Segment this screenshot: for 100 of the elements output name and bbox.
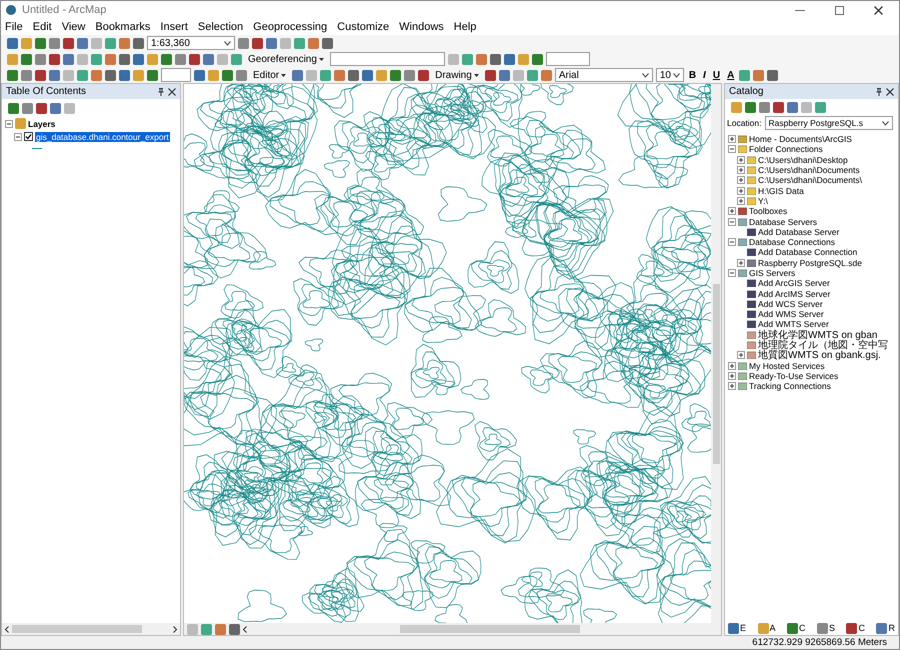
toolbar-icon[interactable] xyxy=(215,624,226,634)
scroll-right-icon[interactable] xyxy=(173,626,177,632)
toolbar-icon[interactable] xyxy=(236,70,247,80)
close-icon[interactable] xyxy=(886,88,894,96)
catalog-item[interactable]: Add WMS Server xyxy=(758,309,824,320)
toolbar-icon[interactable] xyxy=(91,70,102,80)
scrollbar-thumb[interactable] xyxy=(712,284,720,464)
caret-icon[interactable] xyxy=(474,74,479,76)
catalog-item[interactable]: Add WCS Server xyxy=(758,298,823,309)
toolbar-icon[interactable] xyxy=(63,54,74,64)
toolbar-icon[interactable] xyxy=(745,102,756,112)
toolbar-icon[interactable] xyxy=(252,38,263,48)
toolbar-icon[interactable] xyxy=(35,54,46,64)
toolbar-icon[interactable] xyxy=(50,102,61,114)
bold-button[interactable]: B xyxy=(686,70,698,80)
catalog-item[interactable]: Raspberry PostgreSQL.sde xyxy=(758,258,862,268)
layer-name[interactable]: gis_database.dhani.contour_export xyxy=(35,132,170,142)
toolbar-icon[interactable] xyxy=(49,54,60,64)
collapse-toggle[interactable] xyxy=(5,120,13,128)
menu-item[interactable]: Help xyxy=(454,21,476,33)
toolbar-icon[interactable] xyxy=(35,38,46,48)
collapse-toggle[interactable] xyxy=(728,218,736,226)
catalog-item[interactable]: Y:\ xyxy=(758,196,768,206)
menu-item[interactable]: View xyxy=(62,21,86,33)
catalog-item[interactable]: C:\Users\dhani\Desktop xyxy=(758,154,848,165)
font-size-dropdown[interactable]: 10 xyxy=(656,68,684,82)
chevron-down-icon[interactable] xyxy=(882,120,888,126)
menu-item[interactable]: Customize xyxy=(337,21,390,33)
toolbar-icon[interactable] xyxy=(418,70,430,80)
menu-item[interactable]: Edit xyxy=(32,21,52,33)
toolbar-icon[interactable] xyxy=(334,70,346,80)
expand-toggle[interactable] xyxy=(728,207,736,216)
editor-menu[interactable]: Editor xyxy=(250,70,290,80)
collapse-toggle[interactable] xyxy=(728,145,736,154)
menu-item[interactable]: Insert xyxy=(160,21,188,33)
toolbar-icon[interactable] xyxy=(322,38,333,48)
toolbar-icon[interactable] xyxy=(773,102,784,112)
location-dropdown[interactable]: Raspberry PostgreSQL.s xyxy=(764,116,892,130)
toolbar-icon[interactable] xyxy=(35,70,46,80)
toolbar-icon[interactable] xyxy=(753,70,764,80)
toolbar-icon[interactable] xyxy=(21,70,32,80)
toolbar-icon[interactable] xyxy=(767,70,778,80)
caret-icon[interactable] xyxy=(318,58,324,60)
chevron-down-icon[interactable] xyxy=(642,72,649,78)
catalog-item[interactable]: Add Database Connection xyxy=(758,247,858,258)
toolbar-icon[interactable] xyxy=(119,70,130,80)
scrollbar-thumb[interactable] xyxy=(400,625,580,633)
toolbar-icon[interactable] xyxy=(229,624,240,634)
catalog-item[interactable]: Ready-To-Use Services xyxy=(749,370,838,381)
toolbar-icon[interactable] xyxy=(266,38,277,48)
color-dropdown[interactable] xyxy=(161,68,191,82)
toolbar-icon[interactable] xyxy=(292,70,304,80)
toolbar-icon[interactable] xyxy=(147,70,158,80)
expand-toggle[interactable] xyxy=(737,176,745,184)
catalog-item[interactable]: Add ArcGIS Server xyxy=(758,278,830,288)
contour-map-drawing[interactable] xyxy=(184,84,711,623)
toolbar-icon[interactable] xyxy=(161,54,172,64)
toolbar-icon[interactable] xyxy=(504,54,515,64)
chevron-down-icon[interactable] xyxy=(224,40,231,46)
toolbar-icon[interactable] xyxy=(7,70,18,80)
toolbar-icon[interactable] xyxy=(119,54,130,64)
toolbar-icon[interactable] xyxy=(175,54,186,64)
expand-toggle[interactable] xyxy=(737,258,745,267)
toolbar-icon[interactable] xyxy=(390,70,402,80)
toolbar-icon[interactable] xyxy=(63,38,74,48)
expand-toggle[interactable] xyxy=(728,362,736,370)
catalog-item[interactable]: C:\Users\dhani\Documents\ xyxy=(758,175,862,186)
pin-icon[interactable] xyxy=(158,88,164,96)
toolbar-icon[interactable] xyxy=(498,70,510,80)
toolbar-icon[interactable] xyxy=(7,38,18,48)
toolbar-icon[interactable] xyxy=(490,54,501,64)
scrollbar-thumb[interactable] xyxy=(12,625,142,633)
toolbar-icon[interactable] xyxy=(484,70,496,80)
toolbar-icon[interactable] xyxy=(308,38,319,48)
catalog-item[interactable]: GIS Servers xyxy=(749,268,796,278)
catalog-item[interactable]: H:\GIS Data xyxy=(758,186,804,196)
toolbar-icon[interactable] xyxy=(21,54,32,64)
scroll-left-icon[interactable] xyxy=(243,626,247,632)
toolbar-icon[interactable] xyxy=(404,70,416,80)
expand-toggle[interactable] xyxy=(737,351,745,360)
catalog-item[interactable]: Add ArcIMS Server xyxy=(758,288,830,299)
toolbar-icon[interactable] xyxy=(787,102,798,112)
toolbar-icon[interactable] xyxy=(348,70,360,80)
catalog-item[interactable]: Toolboxes xyxy=(749,206,788,216)
expand-toggle[interactable] xyxy=(728,372,736,380)
close-icon[interactable] xyxy=(168,88,176,96)
toolbar-icon[interactable] xyxy=(105,70,116,80)
toolbar-icon[interactable] xyxy=(49,70,60,80)
toolbar-icon[interactable] xyxy=(105,54,116,64)
scale-field[interactable]: 1:63,360 xyxy=(147,36,235,50)
toolbar-icon[interactable] xyxy=(36,102,47,114)
toolbar-icon[interactable] xyxy=(203,54,214,64)
underline-button[interactable]: U xyxy=(710,70,722,80)
toolbar-icon[interactable] xyxy=(133,38,144,48)
toolbar-icon[interactable] xyxy=(8,102,19,114)
catalog-item[interactable]: C:\Users\dhani\Documents xyxy=(758,165,860,176)
toolbar-icon[interactable] xyxy=(362,70,374,80)
menu-item[interactable]: Windows xyxy=(399,21,444,33)
menu-item[interactable]: File xyxy=(5,21,23,33)
menu-item[interactable]: Geoprocessing xyxy=(253,21,328,33)
